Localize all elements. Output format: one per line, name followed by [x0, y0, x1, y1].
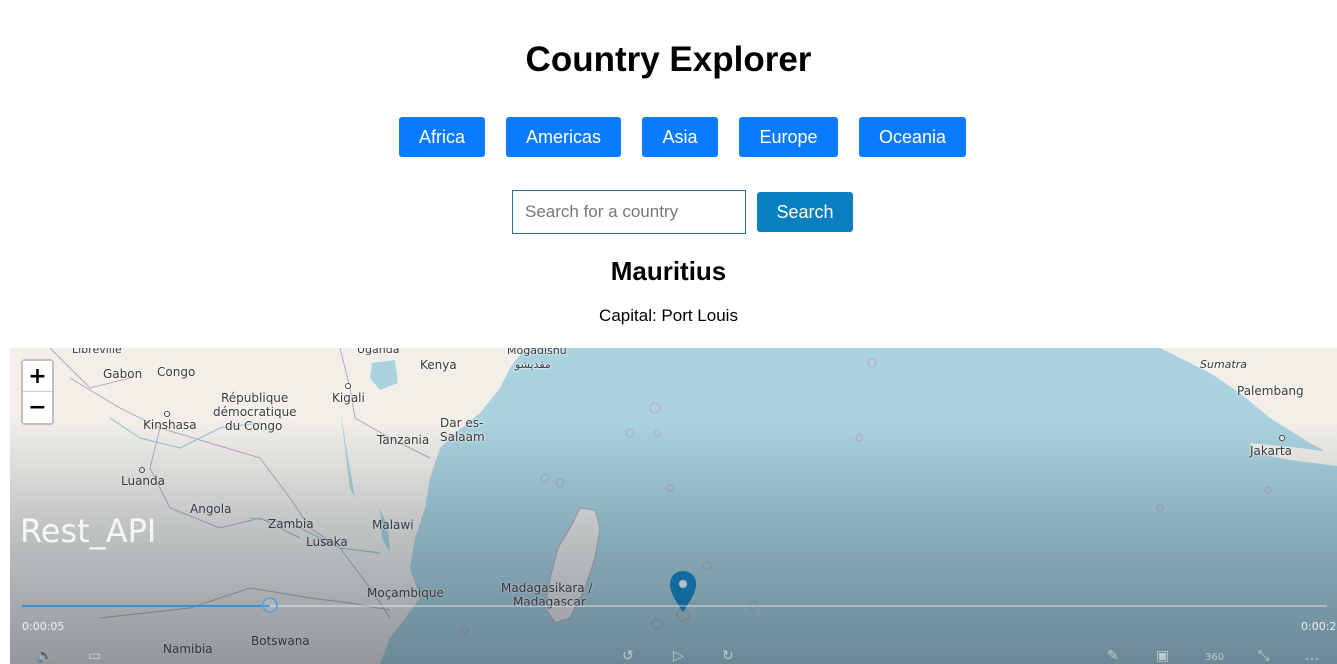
page-title: Country Explorer — [525, 40, 812, 79]
map-label: Libreville — [72, 348, 122, 356]
map-label: Moçambique — [367, 586, 444, 600]
captions-icon[interactable]: ▭ — [88, 648, 101, 664]
map-label: Kigali — [332, 391, 365, 405]
play-icon[interactable]: ▷ — [673, 648, 684, 664]
map-label: Malawi — [372, 518, 414, 532]
search-input[interactable] — [512, 190, 746, 234]
map-label: مقديشو — [515, 358, 551, 371]
map-label: Namibia — [163, 642, 213, 656]
map-label: Congo — [157, 365, 196, 379]
map-label: Lusaka — [306, 535, 348, 549]
search-button[interactable]: Search — [757, 192, 853, 232]
country-name: Mauritius — [610, 256, 727, 286]
video-current-time: 0:00:05 — [22, 620, 65, 633]
video-progress-bar[interactable] — [22, 605, 1327, 607]
map-label: Sumatra — [1200, 358, 1247, 371]
map-label: République — [221, 391, 289, 405]
video-progress-thumb[interactable] — [262, 597, 278, 613]
vr-360-icon[interactable]: 360 — [1205, 652, 1224, 663]
map-label: Dar es- — [440, 416, 484, 430]
video-progress-fill — [22, 605, 270, 607]
map-label: du Congo — [225, 419, 283, 433]
video-title: Rest_API — [20, 512, 157, 550]
map[interactable]: Libreville Uganda Mogadishu مقديشو Sumat… — [10, 348, 1337, 664]
forward-icon[interactable]: ↻ — [722, 648, 734, 664]
map-label: Palembang — [1237, 384, 1304, 398]
zoom-out-button[interactable]: − — [23, 392, 52, 423]
region-button-africa[interactable]: Africa — [399, 117, 485, 157]
map-label: Zambia — [268, 517, 314, 531]
map-label: Gabon — [103, 367, 143, 381]
region-button-americas[interactable]: Americas — [506, 117, 621, 157]
map-label: Madagasikara / — [501, 581, 593, 595]
miniplayer-icon[interactable]: ▣ — [1156, 648, 1169, 664]
map-label: Tanzania — [377, 433, 430, 447]
map-label: Angola — [190, 502, 232, 516]
edit-icon[interactable]: ✎ — [1107, 648, 1119, 664]
region-button-europe[interactable]: Europe — [739, 117, 838, 157]
map-label: Kenya — [420, 358, 457, 372]
volume-icon[interactable]: 🔈 — [36, 648, 53, 664]
region-buttons: Africa Americas Asia Europe Oceania — [0, 117, 1337, 157]
video-total-time: 0:00:24 — [1301, 620, 1337, 633]
map-label: Kinshasa — [143, 418, 197, 432]
fullscreen-icon[interactable]: ⤡ — [1258, 648, 1269, 664]
country-capital: Capital: Port Louis — [599, 306, 738, 325]
map-label: Mogadishu — [507, 348, 567, 357]
map-label: Salaam — [440, 430, 485, 444]
map-label: Jakarta — [1250, 444, 1292, 458]
map-label: Luanda — [121, 474, 166, 488]
region-button-asia[interactable]: Asia — [642, 117, 718, 157]
zoom-in-button[interactable]: + — [23, 361, 52, 392]
zoom-control: + − — [21, 359, 54, 425]
region-button-oceania[interactable]: Oceania — [859, 117, 966, 157]
map-label: Botswana — [251, 634, 310, 648]
map-label: Uganda — [357, 348, 400, 356]
rewind-icon[interactable]: ↺ — [622, 648, 634, 664]
map-label: démocratique — [213, 405, 297, 419]
more-options-icon[interactable]: … — [1305, 648, 1319, 664]
